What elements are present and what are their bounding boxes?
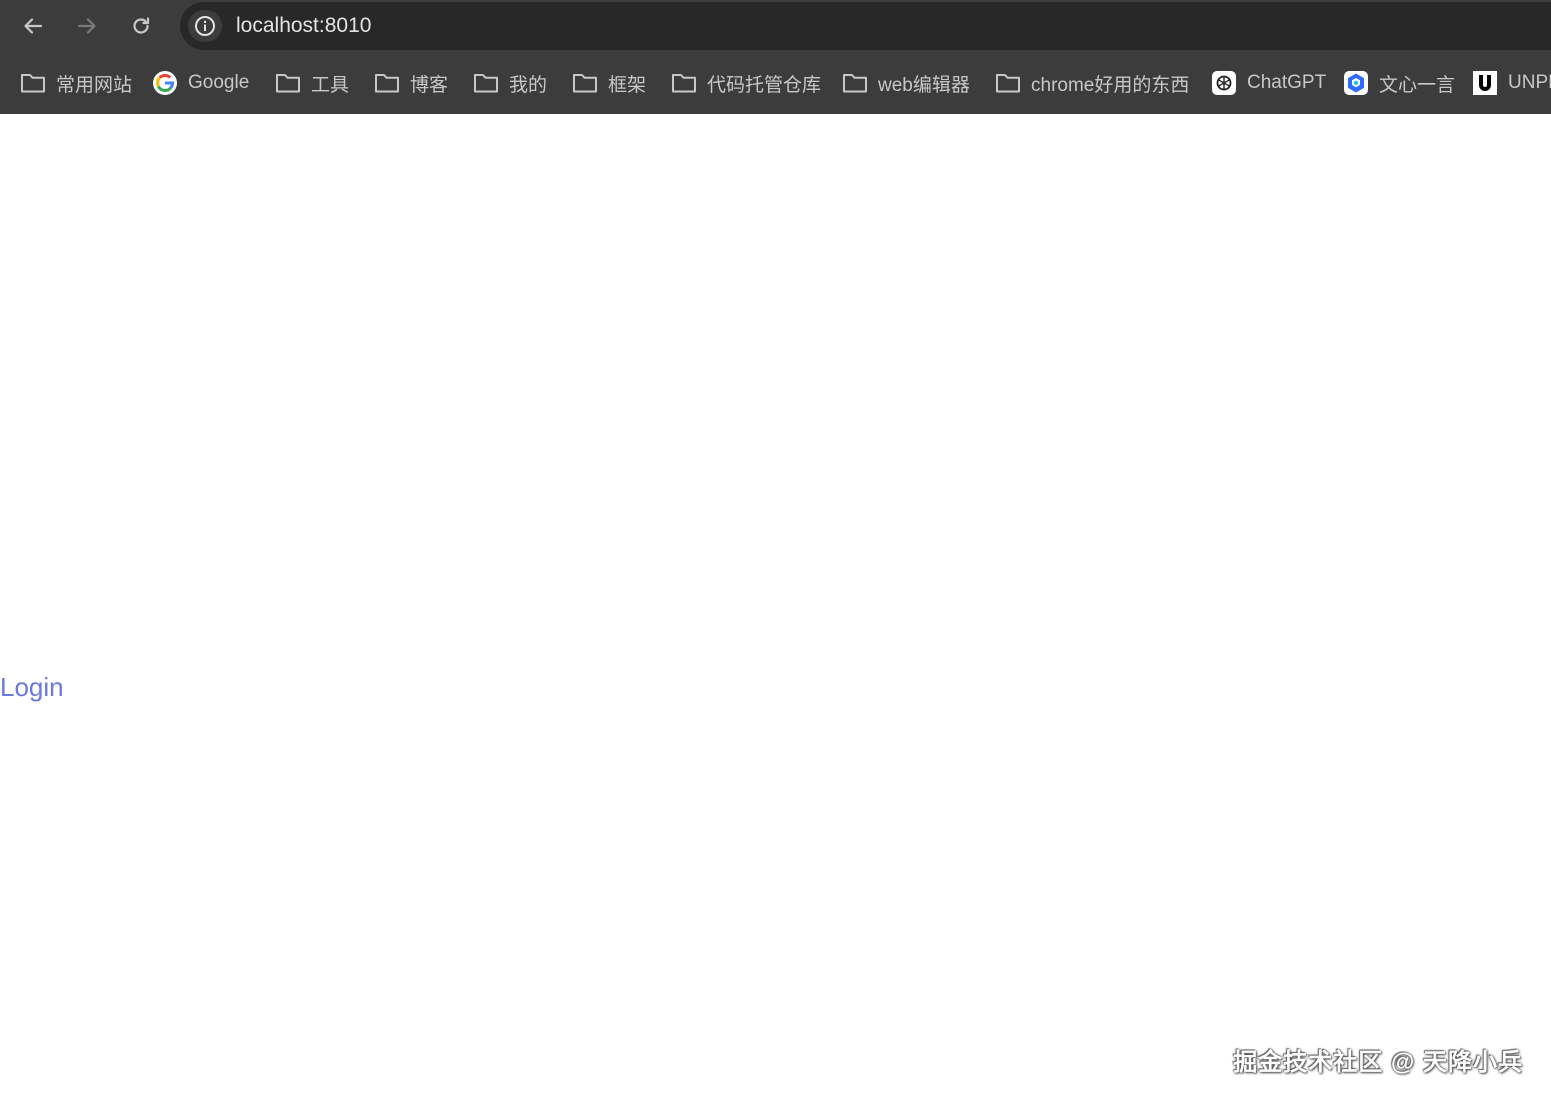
bookmark-folder-mine[interactable]: 我的: [473, 52, 547, 114]
bookmark-label: 框架: [608, 74, 647, 96]
bookmark-unpkg[interactable]: UNPK: [1472, 52, 1551, 114]
bookmark-folder-chrome-goodies[interactable]: chrome好用的东西: [995, 52, 1189, 114]
bookmark-label: 我的: [509, 74, 548, 96]
arrow-right-icon: [77, 18, 96, 34]
bookmark-folder-code-hosting[interactable]: 代码托管仓库: [671, 52, 821, 114]
bookmark-label: 工具: [311, 74, 350, 96]
bookmark-label: ChatGPT: [1247, 72, 1327, 93]
folder-icon: [20, 70, 46, 96]
chatgpt-icon: [1211, 70, 1237, 96]
back-button[interactable]: [17, 10, 49, 42]
bookmark-label: UNPK: [1508, 72, 1551, 93]
folder-icon: [473, 70, 499, 96]
reload-button[interactable]: [125, 10, 157, 42]
bookmark-folder-web-editors[interactable]: web编辑器: [842, 52, 970, 114]
bookmark-folder-frameworks[interactable]: 框架: [572, 52, 646, 114]
bookmark-wenxin[interactable]: 文心一言: [1343, 52, 1455, 114]
bookmark-label: 代码托管仓库: [707, 74, 822, 96]
bookmark-label: 常用网站: [56, 74, 133, 96]
login-link[interactable]: Login: [0, 672, 64, 703]
bookmarks-bar: 常用网站 Google 工具 博客 我的 框架 代码托管仓库 web编辑器 ch…: [0, 52, 1551, 114]
bookmark-folder-tools[interactable]: 工具: [275, 52, 349, 114]
bookmark-google[interactable]: Google: [152, 52, 249, 114]
arrow-left-icon: [24, 18, 43, 34]
folder-icon: [995, 70, 1021, 96]
bookmark-folder-common-sites[interactable]: 常用网站: [20, 52, 132, 114]
google-icon: [152, 70, 178, 96]
unpkg-icon: [1472, 70, 1498, 96]
bookmark-label: web编辑器: [878, 74, 970, 96]
reload-icon: [133, 17, 150, 34]
forward-button[interactable]: [71, 10, 103, 42]
info-icon: [195, 16, 215, 36]
address-bar[interactable]: localhost:8010: [180, 2, 1551, 50]
folder-icon: [374, 70, 400, 96]
page-content: Login: [0, 114, 1551, 1105]
bookmark-label: 博客: [410, 74, 449, 96]
bookmark-label: chrome好用的东西: [1031, 74, 1190, 96]
bookmark-chatgpt[interactable]: ChatGPT: [1211, 52, 1326, 114]
folder-icon: [671, 70, 697, 96]
wenxin-icon: [1343, 70, 1369, 96]
url-text[interactable]: localhost:8010: [236, 15, 371, 37]
folder-icon: [842, 70, 868, 96]
bookmark-folder-blog[interactable]: 博客: [374, 52, 448, 114]
folder-icon: [275, 70, 301, 96]
site-info-button[interactable]: [188, 10, 222, 42]
folder-icon: [572, 70, 598, 96]
watermark: 掘金技术社区 @ 天降小兵: [1233, 1049, 1523, 1076]
browser-toolbar: localhost:8010: [0, 0, 1551, 52]
bookmark-label: 文心一言: [1379, 74, 1456, 96]
bookmark-label: Google: [188, 72, 250, 93]
